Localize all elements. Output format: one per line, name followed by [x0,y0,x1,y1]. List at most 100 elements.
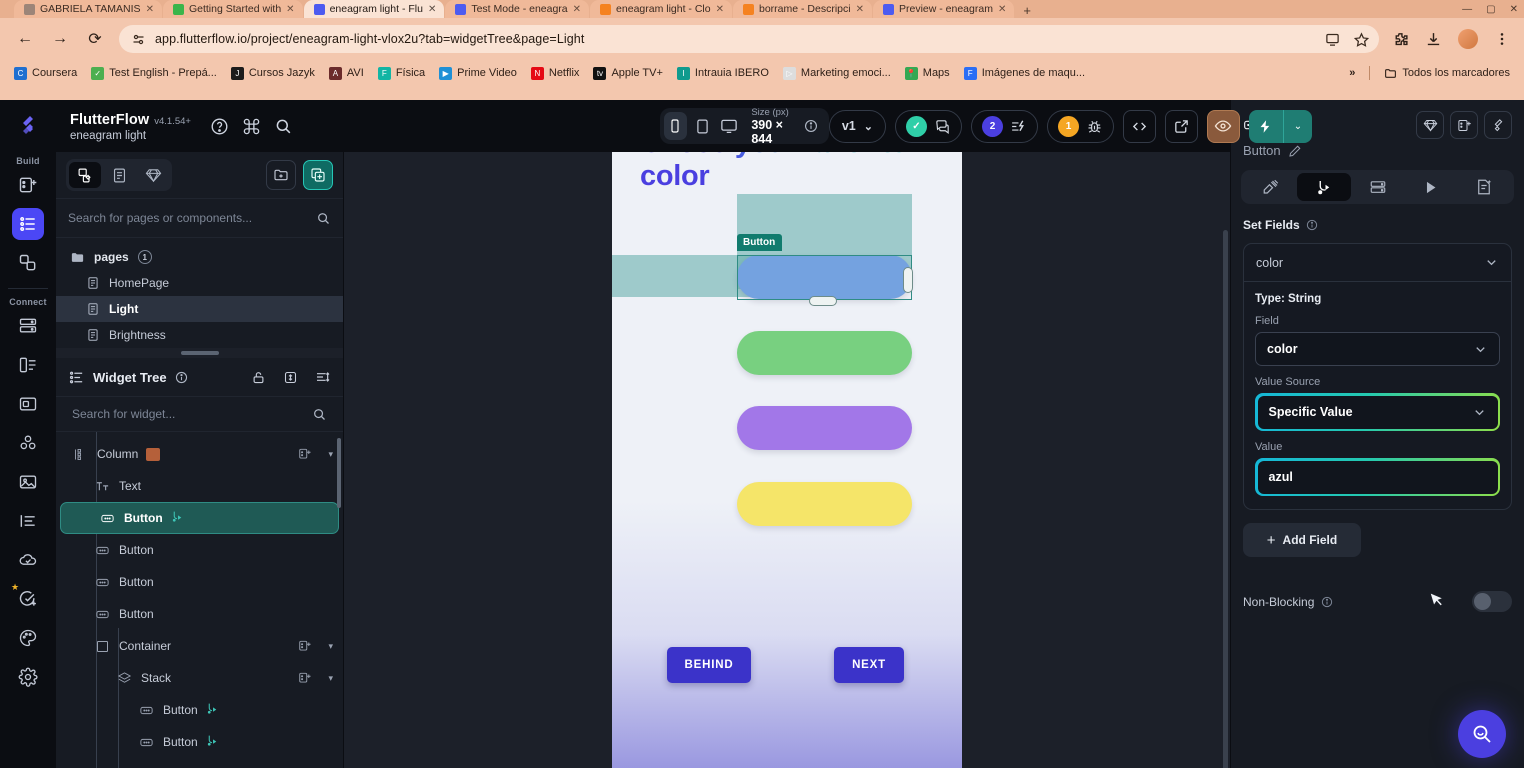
bookmark-item[interactable]: F Imágenes de maqu... [963,66,1085,80]
search-icon[interactable] [316,211,331,226]
settings-gear-icon[interactable] [12,661,44,693]
premium-gem-icon[interactable] [137,162,169,188]
widget-tree-node[interactable]: Button [56,534,343,566]
integrations-icon[interactable] [12,427,44,459]
lock-icon[interactable] [251,370,266,385]
minimize-button[interactable]: — [1462,4,1472,15]
browser-tab[interactable]: eneagram light - Clo ✕ [590,0,732,18]
panel-resize-handle[interactable] [56,348,343,358]
help-circle-icon[interactable] [210,117,229,136]
browser-tab[interactable]: eneagram light - Flu ✕ [303,0,445,18]
address-bar[interactable]: app.flutterflow.io/project/eneagram-ligh… [119,25,1379,53]
color-button-yellow[interactable] [737,482,912,526]
info-icon[interactable] [1321,596,1333,608]
bookmarks-overflow-icon[interactable]: » [1349,67,1355,79]
page-list-item[interactable]: Light [56,296,343,322]
tests-icon[interactable]: ★ [11,582,44,615]
tab-animations[interactable] [1404,173,1457,201]
search-icon[interactable] [312,407,327,422]
version-selector[interactable]: v1 ⌄ [828,109,886,143]
info-icon[interactable] [804,119,818,133]
browser-tab[interactable]: Preview - eneagram ✕ [872,0,1015,18]
bookmark-item[interactable]: tv Apple TV+ [593,66,663,80]
bookmark-item[interactable]: ✓ Test English - Prepá... [91,66,217,80]
resize-handle-bottom[interactable] [809,296,837,306]
page-list-item[interactable]: HomePage [56,270,343,296]
eye-preview-icon[interactable] [1206,109,1240,143]
expand-collapse-icon[interactable] [283,370,298,385]
cast-icon[interactable] [1325,32,1340,47]
new-page-icon[interactable] [12,169,44,201]
bookmark-item[interactable]: C Coursera [14,66,77,80]
browser-tab[interactable]: Test Mode - eneagra ✕ [445,0,590,18]
chevron-down-icon[interactable] [1472,405,1487,420]
browser-tab[interactable]: Getting Started with ✕ [162,0,303,18]
run-options-chevron-icon[interactable]: ⌄ [1284,110,1312,143]
site-settings-icon[interactable] [131,32,146,47]
checks-status[interactable]: ✓ [894,109,962,143]
bookmark-item[interactable]: I Intrauia IBERO [676,66,769,80]
chevron-down-icon[interactable] [1484,255,1499,270]
tab-theme[interactable] [1244,173,1297,201]
downloads-icon[interactable] [1425,31,1442,48]
sort-icon[interactable] [315,369,331,385]
localization-icon[interactable] [12,505,44,537]
tab-backend[interactable] [1351,173,1404,201]
issues-status[interactable]: 2 [970,109,1038,143]
bookmark-item[interactable]: F Física [377,66,425,80]
new-tab-button[interactable]: + [1015,3,1039,18]
tab-generate[interactable] [1458,173,1511,201]
color-button-purple[interactable] [737,406,912,450]
widget-tree-node[interactable]: Column ▾ [56,438,343,470]
search-assistant-icon[interactable] [1458,710,1506,758]
code-brackets-icon[interactable] [1122,109,1156,143]
api-icon[interactable] [12,349,44,381]
browser-tab[interactable]: GABRIELA TAMANIS ✕ [14,0,162,18]
flutterflow-logo-icon[interactable] [0,100,56,152]
forward-icon[interactable]: → [49,28,71,50]
chevron-down-icon[interactable]: ▾ [328,673,333,684]
pages-components-icon[interactable] [69,162,101,188]
components-icon[interactable] [12,247,44,279]
bookmark-item[interactable]: J Cursos Jazyk [230,66,315,80]
bookmark-item[interactable]: A AVI [328,66,364,80]
widget-search-input[interactable]: Search for widget... [56,396,343,432]
page-list-item[interactable]: Brightness [56,322,343,348]
widget-tree-node[interactable]: Button [56,598,343,630]
maximize-button[interactable]: ▢ [1486,4,1495,15]
widget-tree-node[interactable]: Container ▾ [56,630,343,662]
bookmark-star-icon[interactable] [1354,31,1369,47]
behind-button[interactable]: BEHIND [667,647,751,683]
optimize-lightning-icon[interactable] [1010,118,1027,135]
tab-actions[interactable] [1297,173,1351,201]
new-page-plus-icon[interactable] [303,160,333,190]
pages-folder-row[interactable]: pages 1 [56,244,343,270]
canvas-scrollbar[interactable] [1223,230,1228,768]
bookmark-item[interactable]: N Netflix [530,66,579,80]
database-icon[interactable] [12,310,44,342]
deploy-cloud-icon[interactable] [12,544,44,576]
widget-tree-node[interactable]: Button [56,694,343,726]
desktop-icon[interactable] [718,112,741,140]
add-child-widget-icon[interactable] [298,671,312,685]
bookmark-item[interactable]: ▷ Marketing emoci... [782,66,891,80]
command-icon[interactable] [242,117,261,136]
chevron-down-icon[interactable]: ▾ [328,449,333,460]
reload-icon[interactable]: ⟳ [84,28,106,50]
open-external-icon[interactable] [1164,109,1198,143]
next-button[interactable]: NEXT [834,647,904,683]
non-blocking-toggle[interactable] [1472,591,1512,612]
chrome-menu-icon[interactable] [1494,31,1510,47]
field-selector-row[interactable]: color [1244,244,1511,282]
close-tab-icon[interactable]: ✕ [998,4,1006,15]
add-field-button[interactable]: + Add Field [1243,523,1361,557]
new-folder-icon[interactable] [266,160,296,190]
close-tab-icon[interactable]: ✕ [146,4,154,15]
pages-search-input[interactable]: Search for pages or components... [56,198,343,238]
search-icon[interactable] [274,117,293,136]
widget-tree-node[interactable]: Button [60,502,339,534]
avatar[interactable] [1458,29,1478,49]
value-input[interactable]: azul [1257,460,1498,494]
widget-tree-icon[interactable] [12,208,44,240]
back-icon[interactable]: ← [14,28,36,50]
